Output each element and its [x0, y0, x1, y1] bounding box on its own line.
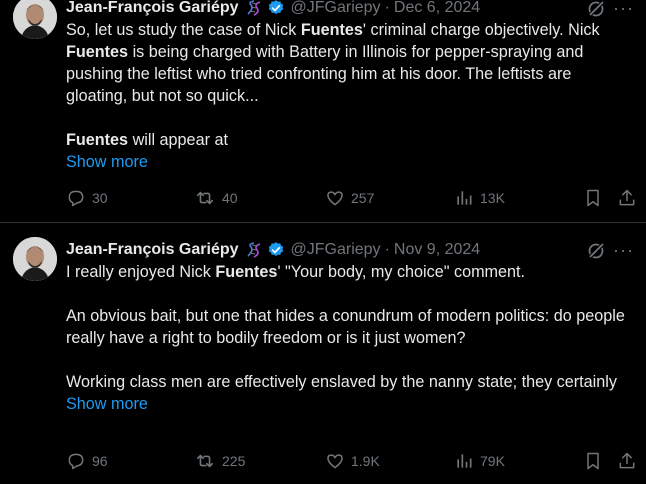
view-count: 13K — [480, 190, 505, 206]
views-icon — [457, 454, 472, 468]
reply-button[interactable]: 96 — [66, 450, 108, 472]
repost-icon — [196, 191, 214, 205]
dna-icon — [245, 0, 263, 17]
post-header: Jean-François Gariépy @JFGariepy · Dec 6… — [66, 0, 646, 19]
text-run: I really enjoyed Nick — [66, 263, 216, 281]
text-run: Working class men are effectively enslav… — [66, 373, 617, 391]
text-run: An obvious bait, but one that hides a co… — [66, 307, 625, 347]
more-icon[interactable]: ··· — [613, 241, 634, 259]
post-header: Jean-François Gariépy @JFGariepy · Nov 9… — [66, 239, 646, 261]
author-handle[interactable]: @JFGariepy — [291, 0, 381, 17]
like-count: 1.9K — [351, 453, 380, 469]
paragraph: I really enjoyed Nick Fuentes' "Your bod… — [66, 261, 630, 283]
highlighted-term: Fuentes — [300, 21, 363, 39]
post-text: So, let us study the case of Nick Fuente… — [66, 19, 630, 173]
like-icon — [327, 191, 343, 206]
repost-button[interactable]: 225 — [194, 450, 245, 472]
repost-count: 225 — [222, 453, 246, 469]
post-date[interactable]: Dec 6, 2024 — [394, 0, 480, 17]
text-run: ' "Your body, my choice" comment. — [277, 263, 526, 281]
more-icon[interactable]: ··· — [613, 0, 634, 17]
share-button[interactable] — [617, 187, 643, 209]
bookmark-icon — [587, 189, 599, 207]
post-text: I really enjoyed Nick Fuentes' "Your bod… — [66, 261, 630, 415]
repost-icon — [196, 454, 214, 468]
text-run: will appear at — [128, 131, 228, 149]
paragraph: Working class men are effectively enslav… — [66, 371, 630, 393]
highlighted-term: Fuentes — [66, 43, 129, 61]
reply-icon — [68, 453, 84, 470]
text-run: is being charged with Battery in Illinoi… — [66, 43, 584, 105]
action-bar: 30 40 257 13K — [66, 187, 646, 209]
dna-icon — [245, 241, 263, 259]
view-count: 79K — [480, 453, 505, 469]
reply-icon — [68, 190, 84, 207]
repost-button[interactable]: 40 — [194, 187, 238, 209]
verified-badge-icon[interactable] — [267, 0, 285, 17]
reply-count: 96 — [92, 453, 108, 469]
like-button[interactable]: 257 — [325, 187, 374, 209]
paragraph: Fuentes will appear at — [66, 129, 630, 151]
reply-count: 30 — [92, 190, 108, 206]
share-button[interactable] — [617, 450, 643, 472]
verified-badge-icon[interactable] — [267, 241, 285, 259]
author-name[interactable]: Jean-François Gariépy — [66, 241, 239, 259]
separator: · — [384, 241, 390, 258]
share-icon — [619, 452, 635, 469]
views-button[interactable]: 13K — [454, 187, 505, 209]
avatar[interactable] — [13, 237, 57, 281]
author-handle[interactable]: @JFGariepy — [291, 241, 381, 259]
text-run: So, let us study the case of Nick — [66, 21, 301, 39]
views-icon — [457, 191, 472, 205]
share-icon — [619, 189, 635, 206]
post-1[interactable]: Jean-François Gariépy @JFGariepy · Dec 6… — [0, 0, 646, 222]
paragraph: An obvious bait, but one that hides a co… — [66, 305, 630, 349]
bookmark-icon — [587, 452, 599, 470]
text-run: ' criminal charge objectively. Nick — [362, 21, 600, 39]
highlighted-term: Fuentes — [215, 263, 278, 281]
separator: · — [384, 0, 390, 16]
bookmark-button[interactable] — [583, 450, 609, 472]
action-bar: 96 225 1.9K 79K — [66, 450, 646, 472]
bookmark-button[interactable] — [583, 187, 609, 209]
highlighted-term: Fuentes — [66, 131, 129, 149]
like-button[interactable]: 1.9K — [325, 450, 380, 472]
post-2[interactable]: Jean-François Gariépy @JFGariepy · Nov 9… — [0, 222, 646, 484]
paragraph: So, let us study the case of Nick Fuente… — [66, 19, 630, 107]
post-date[interactable]: Nov 9, 2024 — [394, 241, 480, 259]
show-more-link[interactable]: Show more — [66, 153, 148, 171]
author-name[interactable]: Jean-François Gariépy — [66, 0, 239, 17]
views-button[interactable]: 79K — [454, 450, 505, 472]
like-count: 257 — [351, 190, 375, 206]
repost-count: 40 — [222, 190, 238, 206]
show-more-link[interactable]: Show more — [66, 395, 148, 413]
avatar[interactable] — [13, 0, 57, 39]
like-icon — [327, 454, 343, 469]
reply-button[interactable]: 30 — [66, 187, 108, 209]
